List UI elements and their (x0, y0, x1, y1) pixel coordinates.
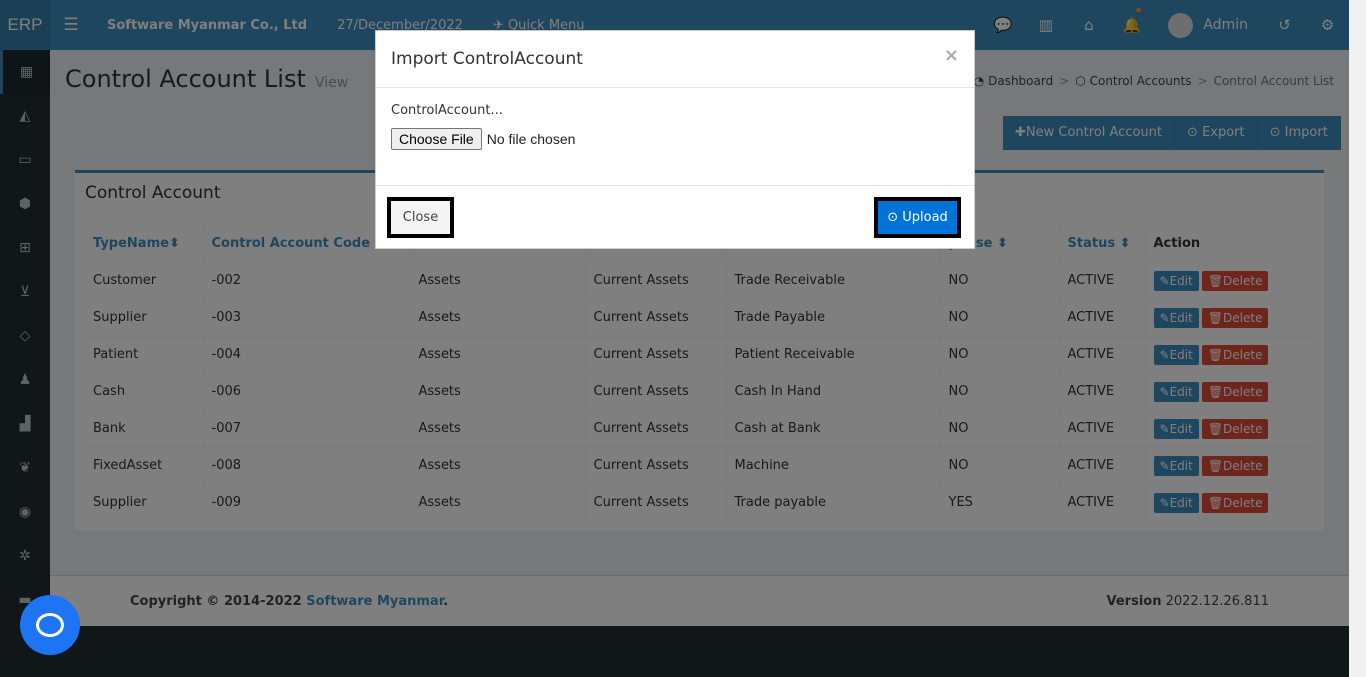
modal-header: Import ControlAccount × (376, 31, 974, 88)
close-button[interactable]: Close (387, 197, 454, 238)
chat-bubble-icon (36, 613, 64, 637)
choose-file-button[interactable]: Choose File (391, 128, 482, 150)
file-input: Choose File No file chosen (391, 128, 959, 150)
modal-footer: Close ⊙ Upload (376, 185, 974, 249)
modal-title: Import ControlAccount (391, 49, 583, 69)
modal-body: ControlAccount... Choose File No file ch… (376, 88, 974, 185)
import-modal: Import ControlAccount × ControlAccount..… (375, 30, 975, 249)
upload-button[interactable]: ⊙ Upload (874, 197, 961, 238)
file-status: No file chosen (486, 131, 576, 147)
file-field-label: ControlAccount... (391, 103, 503, 118)
chat-widget-button[interactable] (20, 595, 80, 655)
upload-icon: ⊙ (887, 210, 899, 225)
page-scrollbar[interactable] (1349, 0, 1366, 677)
modal-close-icon[interactable]: × (944, 45, 959, 66)
